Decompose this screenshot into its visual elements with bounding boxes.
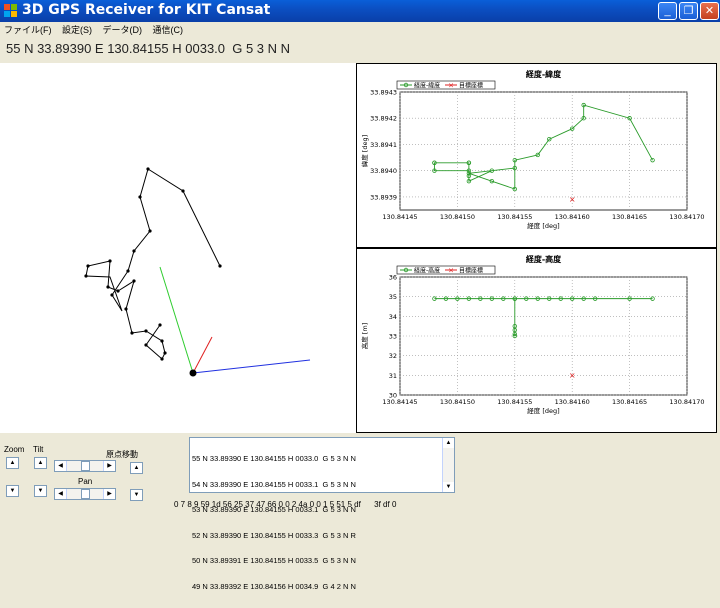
- chart-legend: 経度-高度 × 目標座標: [396, 265, 496, 275]
- scroll-down-arrow-icon[interactable]: ▼: [443, 482, 454, 492]
- y-axis-label: 高度 [m]: [360, 323, 369, 349]
- axis-z-red: [192, 336, 213, 374]
- zoom-up-button[interactable]: ▲: [6, 457, 19, 469]
- target-marker: ×: [569, 371, 576, 380]
- chart-legend: 経度-緯度 × 目標座標: [396, 80, 496, 90]
- scroll-left-arrow-icon[interactable]: ◀: [55, 461, 67, 471]
- x-tick-label: 130.84155: [497, 398, 532, 406]
- plot-area: [399, 91, 688, 211]
- legend-label: 経度-高度: [414, 267, 440, 275]
- tilt-label: Tilt: [33, 445, 44, 454]
- target-marker: ×: [569, 195, 576, 204]
- scroll-up-arrow-icon[interactable]: ▲: [443, 438, 454, 448]
- raw-hex-readout: 0 7 8 9 59 1d 56 25 37 47 66 0 0 2 4a 0 …: [174, 500, 397, 509]
- legend-label: 目標座標: [459, 82, 483, 90]
- x-tick-label: 130.84150: [440, 213, 475, 221]
- gps-status-line: 55 N 33.89390 E 130.84155 H 0033.0 G 5 3…: [6, 41, 291, 56]
- x-tick-label: 130.84170: [669, 213, 704, 221]
- x-tick-label: 130.84165: [612, 398, 647, 406]
- scroll-right-arrow-icon[interactable]: ▶: [103, 489, 115, 499]
- origin-down-button[interactable]: ▼: [130, 489, 143, 501]
- title-bar: 3D GPS Receiver for KIT Cansat _ ❐ ✕: [0, 0, 720, 22]
- zoom-down-button[interactable]: ▼: [6, 485, 19, 497]
- tilt-down-button[interactable]: ▼: [34, 485, 47, 497]
- tilt-slider-thumb[interactable]: [81, 461, 90, 471]
- window-title: 3D GPS Receiver for KIT Cansat: [22, 2, 271, 18]
- chart-title: 経度-緯度: [526, 69, 562, 79]
- scroll-left-arrow-icon[interactable]: ◀: [55, 489, 67, 499]
- list-item[interactable]: 52 N 33.89390 E 130.84155 H 0033.3 G 5 3…: [192, 531, 356, 541]
- y-tick-label: 33.8941: [370, 141, 397, 149]
- y-tick-label: 33.8943: [370, 89, 397, 97]
- chart-lon-alt: 経度-高度 経度-高度 × 目標座標 130.84145 130.84150 130.841…: [356, 248, 717, 433]
- chart-lon-lat-svg: 経度-緯度経度-緯度 × 目標座標130.84145 130.84150 130.841…: [360, 69, 705, 230]
- y-tick-label: 33.8942: [370, 115, 397, 123]
- y-axis-label: 緯度 [deg]: [360, 135, 369, 167]
- origin-up-button[interactable]: ▲: [130, 462, 143, 474]
- axis-x-blue: [192, 359, 311, 374]
- x-tick-label: 130.84155: [497, 213, 532, 221]
- y-tick-label: 33.8940: [370, 167, 397, 175]
- y-tick-label: 30: [389, 392, 397, 400]
- log-scrollbar[interactable]: ▲ ▼: [442, 438, 454, 492]
- tilt-slider[interactable]: ◀ ▶: [54, 460, 116, 472]
- minimize-button[interactable]: _: [658, 2, 677, 20]
- menu-comm[interactable]: 通信(C): [149, 22, 188, 36]
- trajectory-3d-canvas: [84, 167, 311, 377]
- legend-label: 目標座標: [459, 267, 483, 275]
- chart-lon-alt-svg: 経度-高度経度-高度 × 目標座標130.84145 130.84150 130.841…: [360, 254, 705, 415]
- axis-y-green: [159, 266, 194, 374]
- tilt-up-button[interactable]: ▲: [34, 457, 47, 469]
- y-tick-label: 35: [389, 293, 397, 301]
- menu-bar: ファイル(F) 設定(S) データ(D) 通信(C): [0, 22, 720, 37]
- pan-label: Pan: [78, 477, 93, 486]
- x-axis-label: 経度 [deg]: [527, 221, 559, 230]
- x-tick-label: 130.84145: [382, 398, 417, 406]
- gps-log-list[interactable]: 55 N 33.89390 E 130.84155 H 0033.0 G 5 3…: [189, 437, 455, 590]
- x-axis-label: 経度 [deg]: [527, 406, 559, 415]
- pan-slider-thumb[interactable]: [81, 489, 90, 499]
- zoom-label: Zoom: [4, 445, 25, 454]
- origin-move-label: 原点移動: [106, 450, 138, 459]
- list-item[interactable]: 49 N 33.89392 E 130.84156 H 0034.9 G 4 2…: [192, 582, 356, 592]
- menu-file[interactable]: ファイル(F): [0, 22, 56, 36]
- y-tick-label: 34: [389, 313, 397, 321]
- legend-label: 経度-緯度: [414, 82, 440, 90]
- menu-data[interactable]: データ(D): [99, 22, 147, 36]
- y-tick-label: 32: [389, 352, 397, 360]
- x-tick-label: 130.84145: [382, 213, 417, 221]
- chart-title: 経度-高度: [526, 254, 562, 264]
- x-tick-label: 130.84150: [440, 398, 475, 406]
- x-tick-label: 130.84165: [612, 213, 647, 221]
- y-tick-label: 36: [389, 274, 397, 282]
- list-item[interactable]: 54 N 33.89390 E 130.84155 H 0033.1 G 5 3…: [192, 480, 356, 490]
- menu-settings[interactable]: 設定(S): [58, 22, 96, 36]
- y-tick-label: 31: [389, 372, 397, 380]
- list-item[interactable]: 55 N 33.89390 E 130.84155 H 0033.0 G 5 3…: [192, 454, 356, 464]
- y-tick-label: 33: [389, 333, 397, 341]
- scroll-right-arrow-icon[interactable]: ▶: [103, 461, 115, 471]
- legend-target-marker: ×: [448, 82, 454, 90]
- pan-slider[interactable]: ◀ ▶: [54, 488, 116, 500]
- list-item[interactable]: 50 N 33.89391 E 130.84155 H 0033.5 G 5 3…: [192, 556, 356, 566]
- trajectory-3d-view[interactable]: [0, 63, 356, 433]
- app-icon: [4, 4, 17, 17]
- close-button[interactable]: ✕: [700, 2, 719, 20]
- trajectory-path: [85, 168, 221, 360]
- legend-target-marker: ×: [448, 267, 454, 275]
- trajectory-points: [84, 167, 222, 361]
- x-tick-label: 130.84170: [669, 398, 704, 406]
- x-tick-label: 130.84160: [555, 398, 590, 406]
- x-tick-label: 130.84160: [555, 213, 590, 221]
- gps-log-lines: 55 N 33.89390 E 130.84155 H 0033.0 G 5 3…: [192, 438, 356, 608]
- chart-lon-lat: 経度-緯度 経度-緯度 × 目標座標 130.84145 130.84150 130.841…: [356, 63, 717, 248]
- origin-marker: [189, 369, 197, 377]
- maximize-button[interactable]: ❐: [679, 2, 698, 20]
- y-tick-label: 33.8939: [370, 193, 397, 201]
